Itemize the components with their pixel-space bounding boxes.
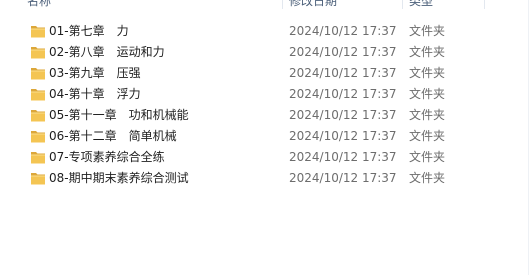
file-name: 01-第七章 力 [49, 24, 129, 38]
folder-icon [31, 26, 45, 38]
column-header-bar: 名称 修改日期 类型 [0, 0, 529, 9]
list-item[interactable]: 02-第八章 运动和力 2024/10/12 17:37 文件夹 [0, 42, 529, 63]
list-item[interactable]: 08-期中期末素养综合测试 2024/10/12 17:37 文件夹 [0, 168, 529, 189]
file-name: 06-第十二章 简单机械 [49, 129, 177, 143]
modified-date: 2024/10/12 17:37 [289, 45, 397, 59]
column-divider[interactable] [402, 0, 403, 9]
modified-date: 2024/10/12 17:37 [289, 171, 397, 185]
folder-icon [31, 89, 45, 101]
modified-date: 2024/10/12 17:37 [289, 150, 397, 164]
file-type: 文件夹 [409, 129, 446, 143]
file-type: 文件夹 [409, 108, 446, 122]
column-header-name[interactable]: 名称 [27, 0, 51, 9]
column-divider[interactable] [484, 0, 485, 9]
list-item[interactable]: 01-第七章 力 2024/10/12 17:37 文件夹 [0, 21, 529, 42]
modified-date: 2024/10/12 17:37 [289, 24, 397, 38]
file-type: 文件夹 [409, 150, 446, 164]
modified-date: 2024/10/12 17:37 [289, 108, 397, 122]
column-header-type[interactable]: 类型 [409, 0, 433, 9]
file-name: 08-期中期末素养综合测试 [49, 171, 189, 185]
file-explorer-window: 名称 修改日期 类型 01-第七章 力 2024/10/12 17:37 文件夹… [0, 0, 529, 275]
list-item[interactable]: 04-第十章 浮力 2024/10/12 17:37 文件夹 [0, 84, 529, 105]
folder-icon [31, 173, 45, 185]
list-item[interactable]: 07-专项素养综合全练 2024/10/12 17:37 文件夹 [0, 147, 529, 168]
folder-icon [31, 131, 45, 143]
file-name: 03-第九章 压强 [49, 66, 141, 80]
column-divider[interactable] [282, 0, 283, 9]
folder-icon [31, 68, 45, 80]
folder-icon [31, 47, 45, 59]
file-type: 文件夹 [409, 66, 446, 80]
file-type: 文件夹 [409, 24, 446, 38]
file-name: 02-第八章 运动和力 [49, 45, 165, 59]
folder-icon [31, 152, 45, 164]
file-name: 04-第十章 浮力 [49, 87, 141, 101]
folder-icon [31, 110, 45, 122]
modified-date: 2024/10/12 17:37 [289, 129, 397, 143]
file-list: 01-第七章 力 2024/10/12 17:37 文件夹 02-第八章 运动和… [0, 21, 529, 189]
list-item[interactable]: 03-第九章 压强 2024/10/12 17:37 文件夹 [0, 63, 529, 84]
list-item[interactable]: 05-第十一章 功和机械能 2024/10/12 17:37 文件夹 [0, 105, 529, 126]
file-name: 07-专项素养综合全练 [49, 150, 165, 164]
file-type: 文件夹 [409, 171, 446, 185]
list-item[interactable]: 06-第十二章 简单机械 2024/10/12 17:37 文件夹 [0, 126, 529, 147]
file-type: 文件夹 [409, 45, 446, 59]
file-type: 文件夹 [409, 87, 446, 101]
column-header-date[interactable]: 修改日期 [289, 0, 337, 9]
modified-date: 2024/10/12 17:37 [289, 66, 397, 80]
file-name: 05-第十一章 功和机械能 [49, 108, 189, 122]
modified-date: 2024/10/12 17:37 [289, 87, 397, 101]
